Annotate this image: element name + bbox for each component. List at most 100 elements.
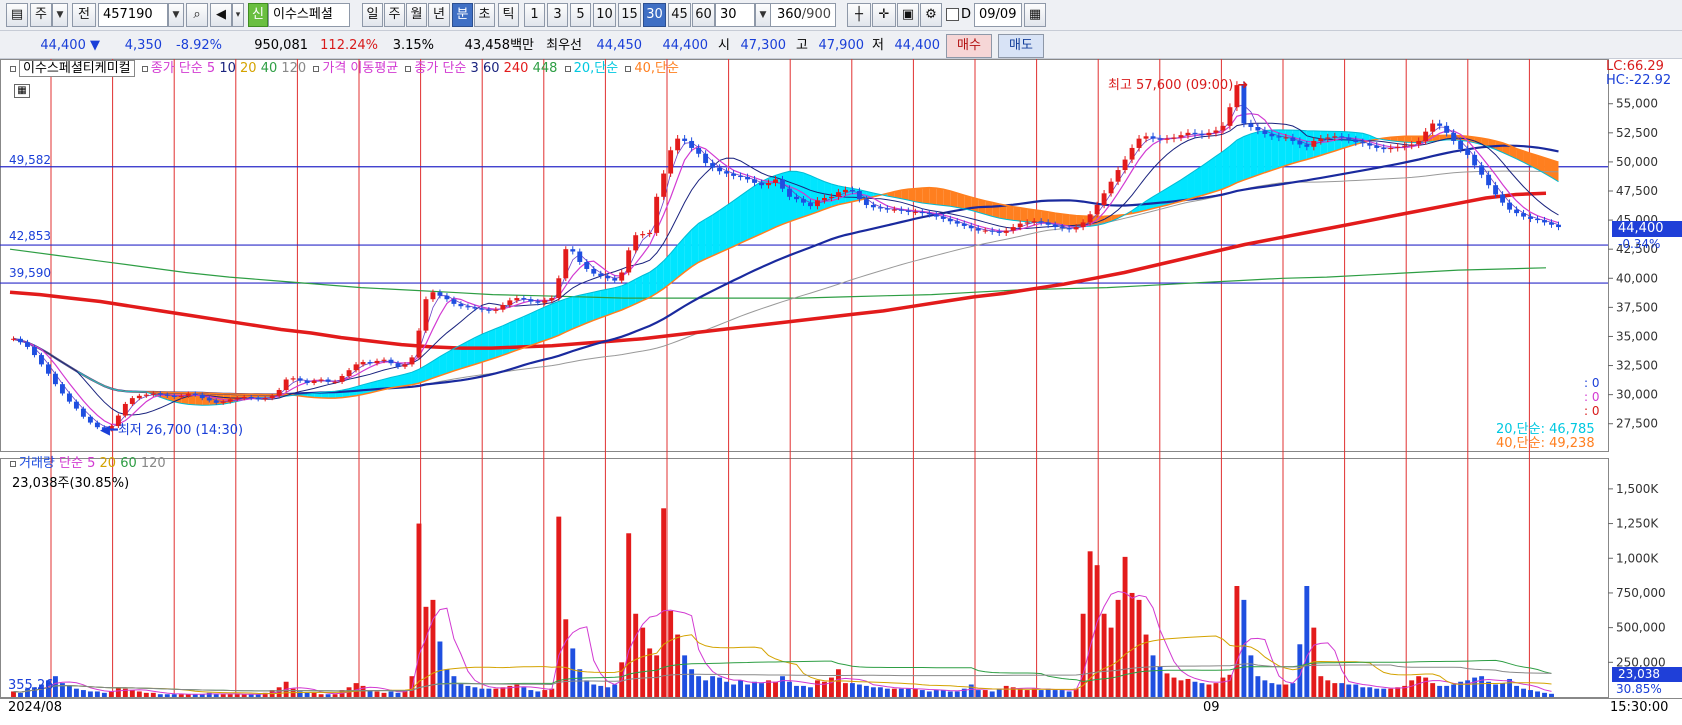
prev-button[interactable]: 전 [72, 3, 96, 27]
candle-body [598, 273, 604, 276]
candle-body [1283, 137, 1289, 139]
volume-bar [654, 655, 660, 697]
interval-button-45[interactable]: 45 [668, 3, 691, 27]
volume-bar [1276, 684, 1282, 697]
volume-bar [745, 684, 750, 697]
period-button-3[interactable]: 년 [428, 3, 450, 27]
volume-bar [780, 676, 785, 697]
stock-name-field[interactable]: 이수스페셜 [268, 3, 350, 27]
volume-bar [129, 690, 135, 697]
count-field[interactable]: 360/900 [770, 3, 836, 27]
ma-band-segment [425, 360, 433, 381]
interval-button-10[interactable]: 10 [593, 3, 616, 27]
candle-body [968, 225, 974, 229]
candle-body [1080, 222, 1086, 228]
volume-bar [493, 688, 499, 697]
interval-button-5[interactable]: 5 [570, 3, 591, 27]
line-label-49582: 49,582 [9, 153, 51, 167]
volume-bar [577, 669, 583, 697]
candle-body [255, 398, 261, 400]
candle-body [332, 381, 338, 383]
volume-title: 거래량 [19, 456, 55, 471]
amount: 43,458백만 [464, 38, 534, 53]
stock-chart-svg[interactable]: 55,00052,50050,00047,50045,00042,50040,0… [0, 59, 1682, 725]
ma-band-segment [1013, 206, 1021, 222]
period-button-4[interactable]: 분 [452, 3, 473, 27]
candle-body [451, 299, 457, 304]
volume-bar [954, 691, 960, 697]
sell-button[interactable]: 매도 [998, 34, 1044, 58]
change-pct: -8.92% [176, 38, 222, 53]
interval-button-60[interactable]: 60 [692, 3, 715, 27]
volume-bar [605, 687, 611, 697]
interval-button-30[interactable]: 30 [643, 3, 666, 27]
stock-code-input[interactable]: 457190 [98, 3, 168, 27]
candle-body [283, 379, 289, 390]
candle-body [388, 359, 394, 364]
candle-icon[interactable]: ┼ [847, 3, 871, 27]
date-input[interactable]: 09/09 [974, 3, 1022, 27]
count-value: 360 [776, 7, 802, 22]
save-icon[interactable]: ▣ [897, 3, 919, 27]
volume-bar [1423, 677, 1429, 697]
crosshair-icon[interactable]: ✛ [872, 3, 896, 27]
ma-band-segment [1404, 136, 1412, 143]
candle-body [954, 221, 960, 224]
candle-body [738, 175, 744, 178]
candle-body [1542, 220, 1547, 223]
candle-body [1108, 181, 1114, 194]
period-prefix-button[interactable]: 주 [30, 3, 52, 27]
ma-band-segment [551, 301, 559, 339]
volume-bar [968, 684, 974, 697]
ma-band-segment [1006, 205, 1014, 221]
speaker-icon[interactable]: ◀ [210, 3, 232, 27]
screen-icon[interactable]: ▤ [6, 3, 28, 27]
stock-code-dropdown[interactable]: ▼ [168, 3, 184, 27]
candle-body [220, 401, 226, 403]
candle-body [402, 364, 408, 367]
d-checkbox[interactable] [946, 8, 959, 21]
buy-button[interactable]: 매수 [946, 34, 992, 58]
candle-body [724, 171, 730, 174]
period-button-6[interactable]: 틱 [498, 3, 519, 27]
interval-button-1[interactable]: 1 [524, 3, 545, 27]
legend-ma10: 10 [219, 61, 236, 76]
speaker-dropdown[interactable]: ▾ [232, 3, 244, 27]
gear-icon[interactable]: ⚙ [920, 3, 942, 27]
volume-bar [1213, 683, 1219, 697]
candle-body [269, 395, 275, 399]
volume-bar [381, 692, 387, 697]
interval-button-3[interactable]: 3 [547, 3, 568, 27]
chart-area[interactable]: 55,00052,50050,00047,50045,00042,50040,0… [0, 59, 1682, 725]
candle-body [1206, 132, 1212, 136]
volume-bar [115, 687, 121, 697]
volume-bar [528, 690, 534, 697]
candle-body [640, 234, 646, 236]
candle-body [1332, 136, 1338, 138]
volume-bar [1080, 613, 1086, 697]
calendar-icon[interactable]: ▦ [1024, 3, 1046, 27]
interval-input[interactable]: 30 [715, 3, 755, 27]
candle-body [479, 308, 485, 310]
table-icon[interactable]: ▦ [14, 84, 30, 98]
volume-bar [982, 690, 988, 697]
ma-band-segment [915, 188, 923, 203]
interval-button-15[interactable]: 15 [618, 3, 641, 27]
interval-dropdown[interactable]: ▼ [755, 3, 771, 27]
chevron-down-icon[interactable]: ▼ [52, 3, 68, 27]
period-button-1[interactable]: 주 [384, 3, 405, 27]
legend-ma40-simple: 40,단순 [634, 61, 679, 76]
candle-body [367, 362, 373, 364]
candle-body [1157, 138, 1163, 140]
volume-bar [696, 676, 702, 697]
period-button-5[interactable]: 초 [474, 3, 495, 27]
volume-bar [717, 677, 723, 697]
candle-body [835, 192, 841, 197]
period-button-0[interactable]: 일 [362, 3, 383, 27]
volume-bar [898, 688, 904, 697]
y-tick-label: 47,500 [1616, 184, 1658, 198]
search-icon[interactable]: ⌕ [186, 3, 208, 27]
candle-body [11, 338, 16, 340]
volume-bar [724, 681, 730, 697]
period-button-2[interactable]: 월 [406, 3, 427, 27]
